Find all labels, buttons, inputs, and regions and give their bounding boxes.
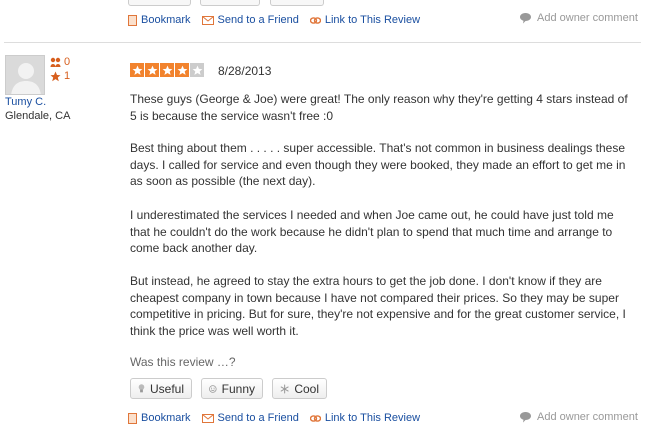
vote-prompt: Was this review …? [130,355,236,369]
bookmark-link[interactable]: Bookmark [128,14,191,26]
send-to-friend-link[interactable]: Send to a Friend [201,412,299,424]
review-divider [4,42,641,43]
review-date: 8/28/2013 [218,64,272,78]
envelope-icon [201,15,214,25]
avatar[interactable] [5,55,45,95]
star-filled-icon [175,63,189,77]
reviewer-name-link[interactable]: Tumy C. [5,96,46,108]
star-filled-icon [130,63,144,77]
add-owner-comment-link[interactable]: Add owner comment [519,411,638,423]
cool-button[interactable]: Cool [272,378,327,399]
star-icon [50,71,61,81]
star-rating [130,63,205,77]
review-actions: Bookmark Send to a Friend Link to This R… [128,410,431,426]
bookmark-icon [128,412,137,424]
review-paragraph: Best thing about them . . . . . super ac… [130,141,626,188]
default-user-icon [6,56,44,94]
star-filled-icon [160,63,174,77]
previous-useful-button-stub [128,0,191,6]
previous-review-actions: Bookmark Send to a Friend Link to This R… [128,12,431,28]
bookmark-link[interactable]: Bookmark [128,412,191,424]
chain-link-icon [309,16,321,24]
friends-icon [50,57,61,67]
previous-vote-buttons-stub [128,0,328,8]
send-to-friend-link[interactable]: Send to a Friend [201,14,299,26]
speech-bubble-icon [520,13,531,24]
envelope-icon [201,413,214,423]
reviewer-location: Glendale, CA [5,110,71,122]
link-to-review-link[interactable]: Link to This Review [309,412,420,424]
speech-bubble-icon [520,412,531,423]
useful-button[interactable]: Useful [130,378,192,399]
review-paragraph: I underestimated the services I needed a… [130,208,614,255]
bookmark-icon [128,14,137,26]
previous-funny-button-stub [200,0,260,6]
review-count: 1 [50,70,70,82]
star-filled-icon [145,63,159,77]
funny-button[interactable]: Funny [201,378,263,399]
link-to-review-link[interactable]: Link to This Review [309,14,420,26]
previous-cool-button-stub [270,0,324,6]
snowflake-icon [280,383,289,394]
add-owner-comment-link[interactable]: Add owner comment [519,12,638,24]
star-empty-icon [190,63,204,77]
lightbulb-icon [138,384,145,393]
chain-link-icon [309,414,321,422]
review-paragraph: These guys (George & Joe) were great! Th… [130,92,628,123]
smiley-icon [209,384,217,393]
review-paragraph: But instead, he agreed to stay the extra… [130,274,626,338]
friend-count: 0 [50,56,70,68]
